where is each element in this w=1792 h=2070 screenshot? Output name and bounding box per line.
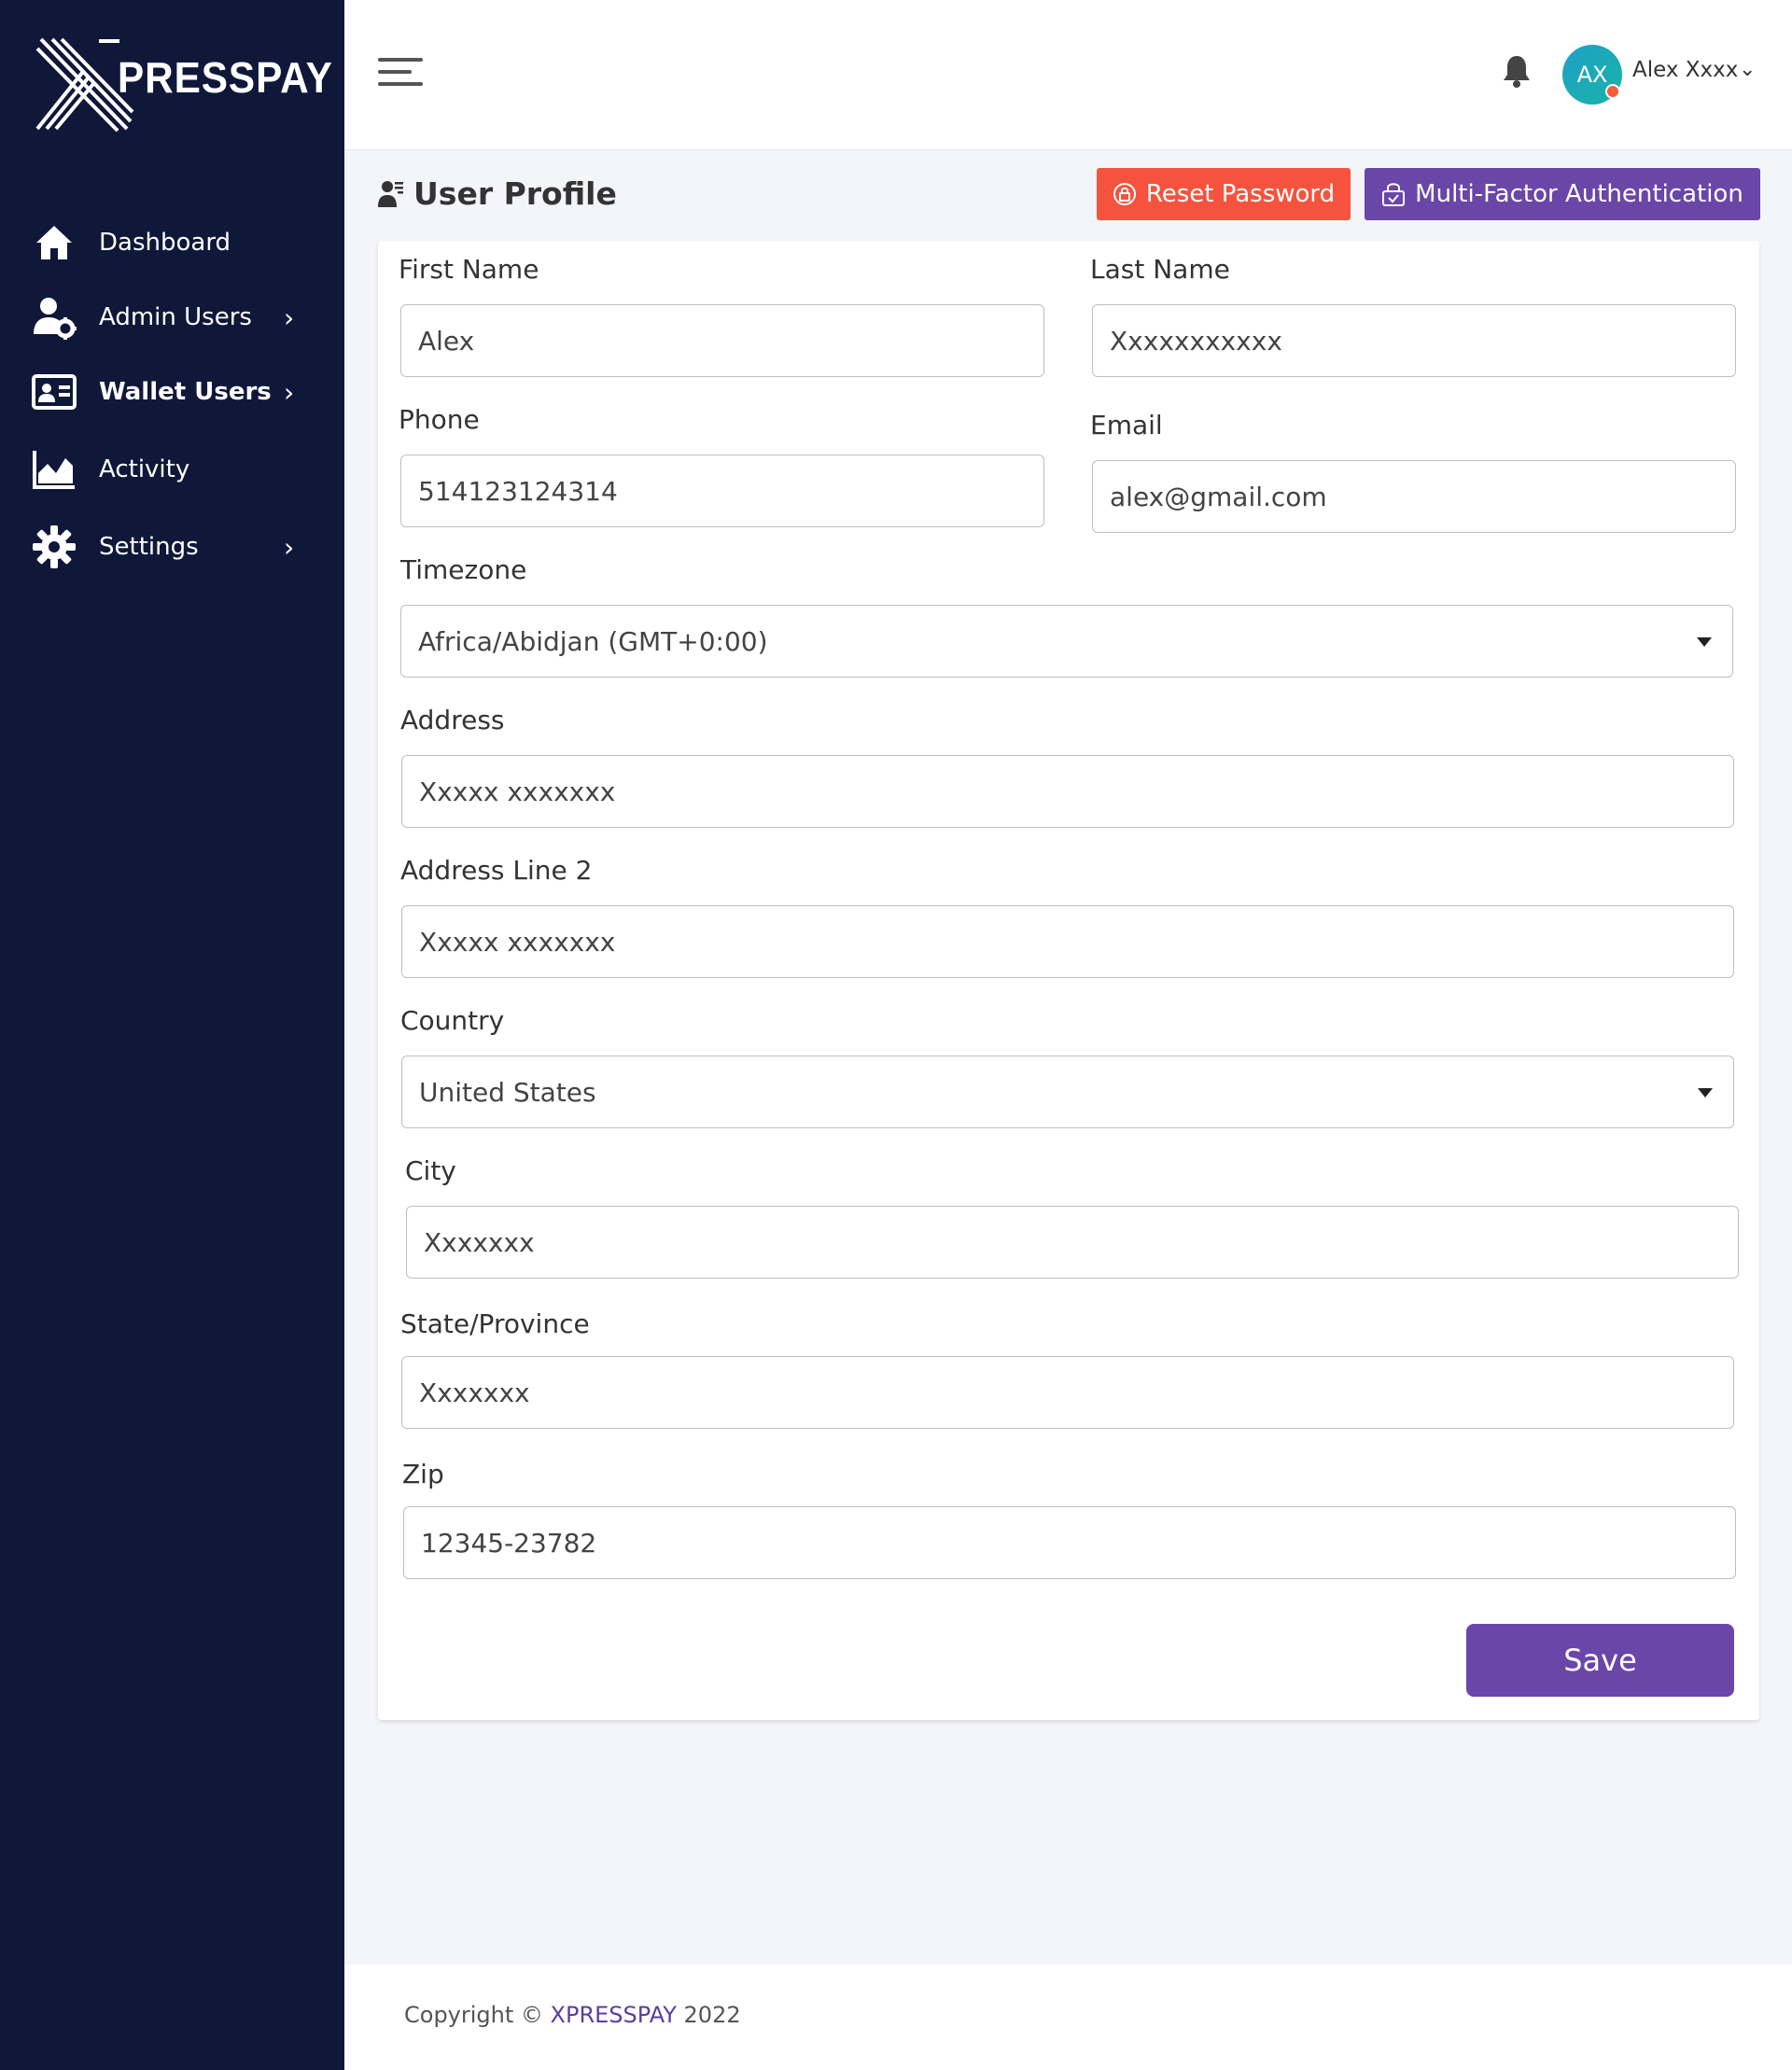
sidebar-item-label: Admin Users (99, 303, 252, 331)
caret-down-icon (1697, 637, 1712, 647)
chevron-right-icon: › (284, 301, 295, 333)
phone-label: Phone (399, 404, 480, 435)
sidebar-item-settings[interactable]: Settings › (0, 510, 344, 584)
reset-password-button[interactable]: Reset Password (1097, 168, 1351, 220)
chevron-right-icon: › (284, 376, 295, 408)
home-icon (32, 220, 77, 265)
city-label: City (405, 1155, 456, 1186)
sidebar-item-dashboard[interactable]: Dashboard (0, 205, 344, 280)
sidebar-item-wallet-users[interactable]: Wallet Users › (0, 355, 344, 429)
sidebar-item-admin-users[interactable]: Admin Users › (0, 280, 344, 355)
mfa-label: Multi-Factor Authentication (1415, 180, 1743, 208)
page-header: User Profile Reset Password Multi-Factor… (378, 168, 1760, 224)
timezone-value: Africa/Abidjan (GMT+0:00) (418, 625, 768, 657)
timezone-label: Timezone (400, 554, 527, 585)
page-title: User Profile (413, 175, 617, 212)
zip-input[interactable] (403, 1506, 1736, 1579)
logo-text: PRESSPAY (118, 53, 333, 102)
address-label: Address (400, 705, 505, 735)
reset-password-label: Reset Password (1145, 180, 1336, 208)
first-name-input[interactable] (400, 304, 1044, 377)
zip-label: Zip (402, 1459, 444, 1490)
lock-check-icon (1382, 183, 1406, 206)
address-input[interactable] (401, 755, 1734, 828)
state-province-input[interactable] (401, 1356, 1734, 1429)
footer: Copyright © XPRESSPAY 2022 (344, 1965, 1792, 2070)
bell-icon[interactable] (1502, 54, 1539, 93)
sidebar-item-label: Settings (99, 533, 199, 561)
chevron-down-icon[interactable]: ⌄ (1739, 58, 1756, 81)
profile-form-card: First Name Last Name Phone Email Timezon… (378, 241, 1759, 1720)
avatar[interactable]: AX (1562, 45, 1622, 105)
address-line-2-input[interactable] (401, 905, 1734, 978)
sidebar-item-label: Wallet Users (99, 378, 272, 406)
address-line-2-label: Address Line 2 (400, 855, 593, 886)
sidebar-item-label: Dashboard (99, 229, 231, 257)
email-label: Email (1090, 410, 1163, 441)
online-status-dot (1605, 84, 1620, 99)
copyright-text: Copyright © XPRESSPAY 2022 (404, 2002, 741, 2028)
sidebar: PRESSPAY Dashboard Admin Users › Wallet … (0, 0, 344, 2070)
chevron-right-icon: › (284, 531, 295, 563)
user-profile-icon (378, 179, 406, 211)
xpresspay-logo[interactable]: PRESSPAY (34, 35, 332, 133)
hamburger-icon[interactable] (378, 58, 423, 90)
email-input[interactable] (1092, 460, 1736, 533)
country-label: Country (400, 1005, 505, 1036)
lock-reset-icon (1113, 183, 1136, 205)
phone-input[interactable] (400, 455, 1044, 527)
copyright-year: 2022 (676, 2002, 741, 2028)
first-name-label: First Name (399, 254, 539, 285)
country-value: United States (419, 1076, 596, 1108)
id-card-icon (32, 370, 77, 414)
city-input[interactable] (406, 1206, 1739, 1279)
area-chart-icon (32, 447, 77, 492)
save-button[interactable]: Save (1466, 1624, 1734, 1697)
last-name-label: Last Name (1090, 254, 1230, 285)
avatar-initials: AX (1576, 62, 1608, 88)
timezone-select[interactable]: Africa/Abidjan (GMT+0:00) (400, 605, 1733, 678)
state-province-label: State/Province (400, 1308, 590, 1339)
last-name-input[interactable] (1092, 304, 1736, 377)
footer-brand-link[interactable]: XPRESSPAY (551, 2002, 677, 2028)
sidebar-nav: Dashboard Admin Users › Wallet Users › A… (0, 205, 344, 584)
top-header: AX Alex Xxxx ⌄ (344, 0, 1792, 150)
gear-icon (32, 524, 77, 569)
sidebar-item-label: Activity (99, 455, 190, 483)
copyright-prefix: Copyright © (404, 2002, 551, 2028)
country-select[interactable]: United States (401, 1056, 1734, 1128)
user-cog-icon (32, 295, 77, 340)
caret-down-icon (1698, 1088, 1713, 1098)
sidebar-item-activity[interactable]: Activity (0, 429, 344, 510)
user-name[interactable]: Alex Xxxx (1632, 58, 1738, 82)
mfa-button[interactable]: Multi-Factor Authentication (1365, 168, 1760, 220)
